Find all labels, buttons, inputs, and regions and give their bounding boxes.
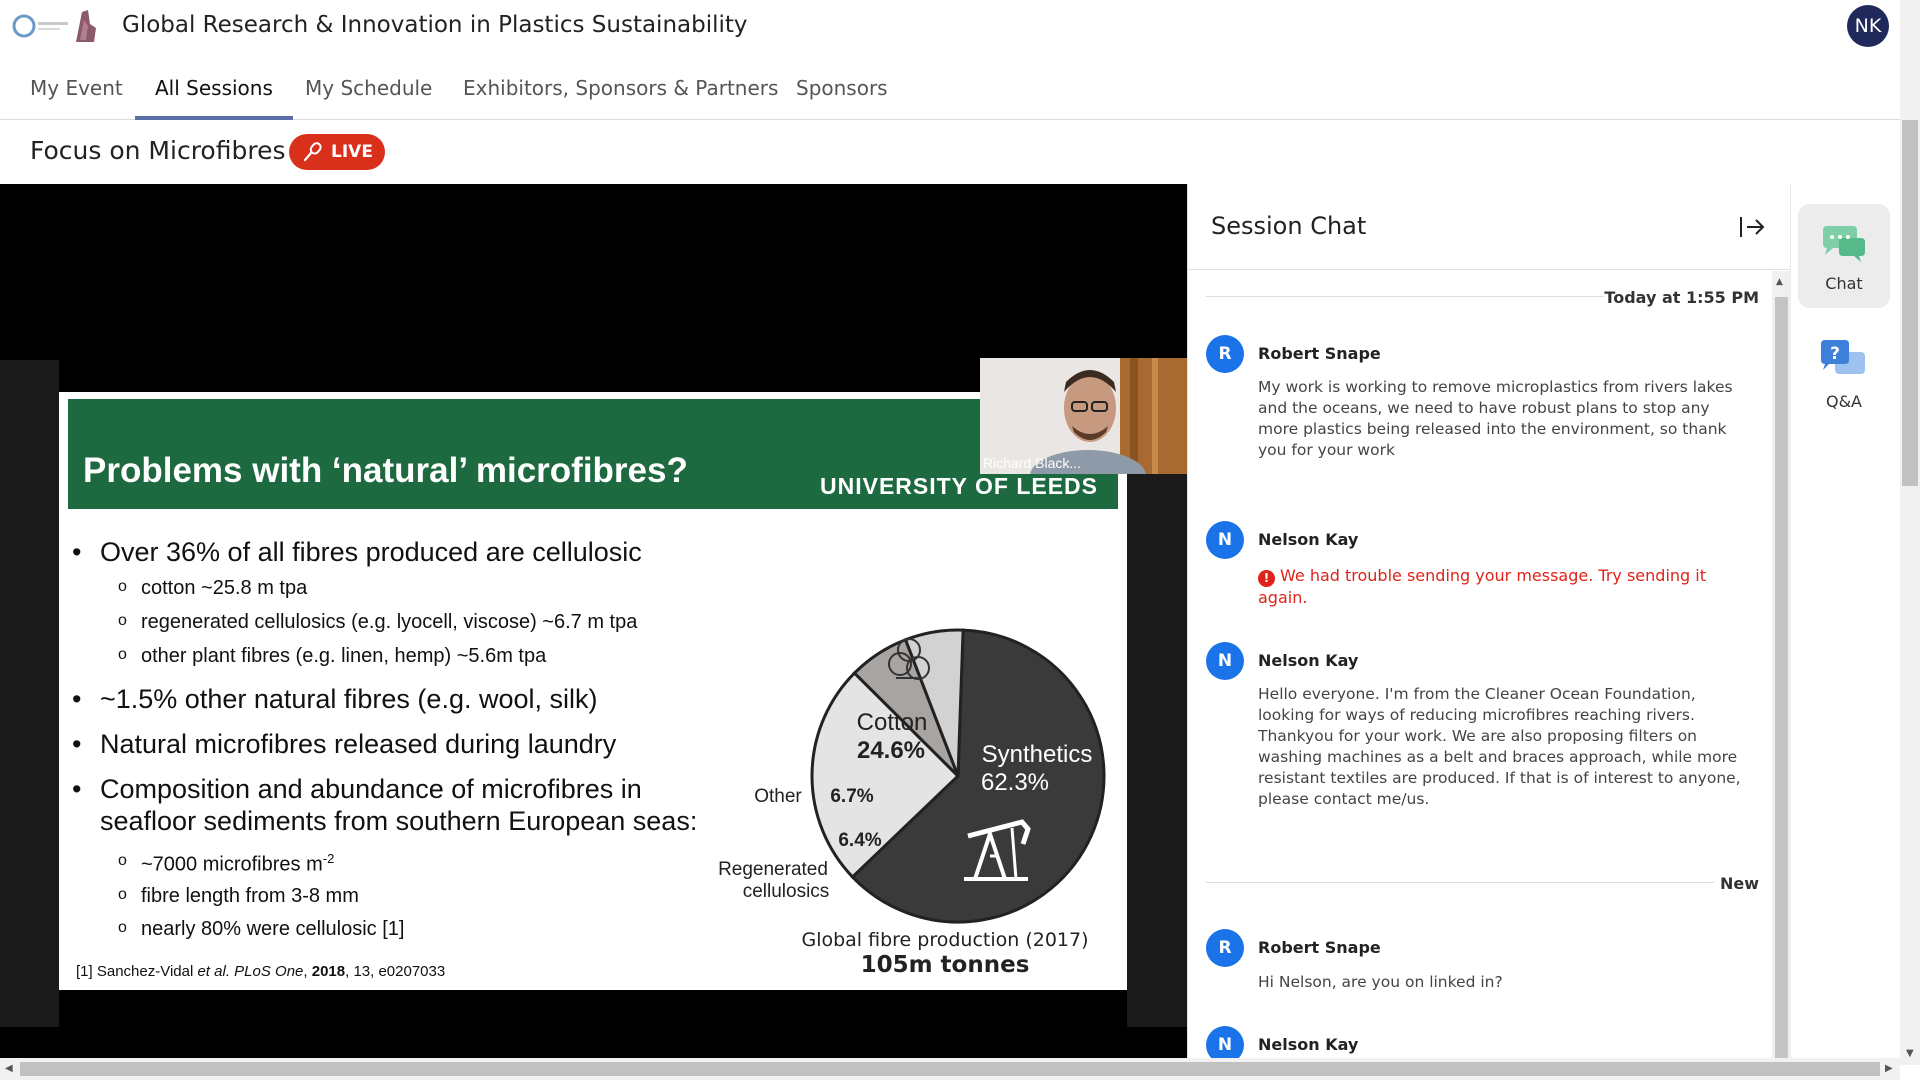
- error-icon: !: [1258, 570, 1275, 587]
- chat-scrollbar-thumb[interactable]: [1775, 297, 1788, 1058]
- presenter-name: Richard Black...: [983, 455, 1082, 471]
- tab-exhibitors[interactable]: Exhibitors, Sponsors & Partners: [443, 62, 798, 120]
- pie-label: Synthetics: [982, 741, 1093, 768]
- separator-line: [1206, 296, 1604, 297]
- separator-line: [1206, 882, 1714, 883]
- live-label: LIVE: [331, 142, 373, 162]
- page-vertical-scrollbar[interactable]: ▼: [1900, 0, 1920, 1065]
- rail-chat-button[interactable]: Chat: [1798, 204, 1890, 308]
- pie-label: Cotton: [857, 709, 928, 736]
- user-avatar[interactable]: NK: [1847, 5, 1889, 47]
- pie-label: 62.3%: [981, 769, 1049, 796]
- tab-my-schedule[interactable]: My Schedule: [285, 62, 452, 120]
- message-author: Nelson Kay: [1258, 651, 1359, 670]
- rail-chat-label: Chat: [1825, 274, 1863, 293]
- tab-sponsors[interactable]: Sponsors: [776, 62, 908, 120]
- avatar[interactable]: N: [1206, 521, 1244, 559]
- chat-header-divider: [1188, 269, 1791, 270]
- event-logo[interactable]: [10, 4, 100, 46]
- scroll-down-icon[interactable]: ▼: [1906, 1048, 1914, 1059]
- microphone-icon: [303, 142, 322, 162]
- rail-qa-label: Q&A: [1825, 392, 1862, 411]
- message-text: Hello everyone. I'm from the Cleaner Oce…: [1258, 685, 1741, 808]
- message-text: My work is working to remove microplasti…: [1258, 378, 1733, 459]
- pie-label: 6.4%: [838, 830, 881, 851]
- presenter-video[interactable]: Richard Black...: [980, 358, 1187, 474]
- pie-label: cellulosics: [743, 881, 830, 902]
- chat-icon: [1823, 226, 1865, 262]
- pie-label: 6.7%: [830, 786, 873, 807]
- fibre-pie-chart: Synthetics62.3% Cotton24.6% 6.7% Other 6.4% R…: [718, 628, 1106, 924]
- avatar[interactable]: R: [1206, 929, 1244, 967]
- chat-scrollbar[interactable]: ▲: [1772, 271, 1790, 1058]
- video-player[interactable]: Problems with ‘natural’ microfibres? UNI…: [0, 184, 1187, 1058]
- message-author: Robert Snape: [1258, 344, 1381, 363]
- avatar[interactable]: N: [1206, 642, 1244, 680]
- page-horizontal-scrollbar-thumb[interactable]: [20, 1062, 1880, 1076]
- qa-icon: ?: [1821, 340, 1865, 374]
- chat-title: Session Chat: [1211, 212, 1367, 240]
- side-rail: Chat ? Q&A: [1790, 184, 1890, 1058]
- event-title: Global Research & Innovation in Plastics…: [122, 12, 748, 38]
- new-separator-label: New: [1719, 874, 1759, 893]
- scroll-up-icon[interactable]: ▲: [1776, 277, 1783, 287]
- session-chat-panel: Session Chat Today at 1:55 PM R Robert S…: [1187, 184, 1791, 1064]
- chart-title: Global fibre production (2017): [801, 929, 1089, 951]
- page-vertical-scrollbar-thumb[interactable]: [1902, 120, 1918, 486]
- pie-label: Regenerated: [718, 859, 828, 880]
- tab-all-sessions[interactable]: All Sessions: [135, 62, 293, 120]
- main-nav: My Event All Sessions My Schedule Exhibi…: [0, 62, 1900, 120]
- page-horizontal-scrollbar[interactable]: ◀ ▶: [0, 1058, 1900, 1080]
- tab-my-event[interactable]: My Event: [10, 62, 143, 120]
- message-error-text: We had trouble sending your message. Try…: [1258, 566, 1706, 607]
- message-author: Nelson Kay: [1258, 530, 1359, 549]
- pie-label: 24.6%: [857, 737, 925, 764]
- live-badge: LIVE: [289, 134, 385, 170]
- rail-qa-button[interactable]: ? Q&A: [1798, 322, 1890, 426]
- message-text: Hi Nelson, are you on linked in?: [1258, 973, 1503, 991]
- message-error[interactable]: ! We had trouble sending your message. Tr…: [1258, 565, 1748, 608]
- pie-label: Other: [754, 786, 802, 807]
- chart-caption: Global fibre production (2017) 105m tonn…: [745, 928, 1145, 978]
- date-separator-label: Today at 1:55 PM: [1604, 288, 1759, 307]
- top-bar: Global Research & Innovation in Plastics…: [0, 0, 1900, 50]
- session-title: Focus on Microfibres: [30, 136, 286, 165]
- scroll-right-icon[interactable]: ▶: [1885, 1063, 1893, 1074]
- message-author: Nelson Kay: [1258, 1035, 1359, 1054]
- avatar[interactable]: R: [1206, 335, 1244, 373]
- collapse-panel-icon[interactable]: [1738, 214, 1766, 244]
- message-author: Robert Snape: [1258, 938, 1381, 957]
- svg-text:?: ?: [1830, 344, 1840, 364]
- scroll-left-icon[interactable]: ◀: [5, 1063, 13, 1074]
- chart-total: 105m tonnes: [860, 952, 1030, 978]
